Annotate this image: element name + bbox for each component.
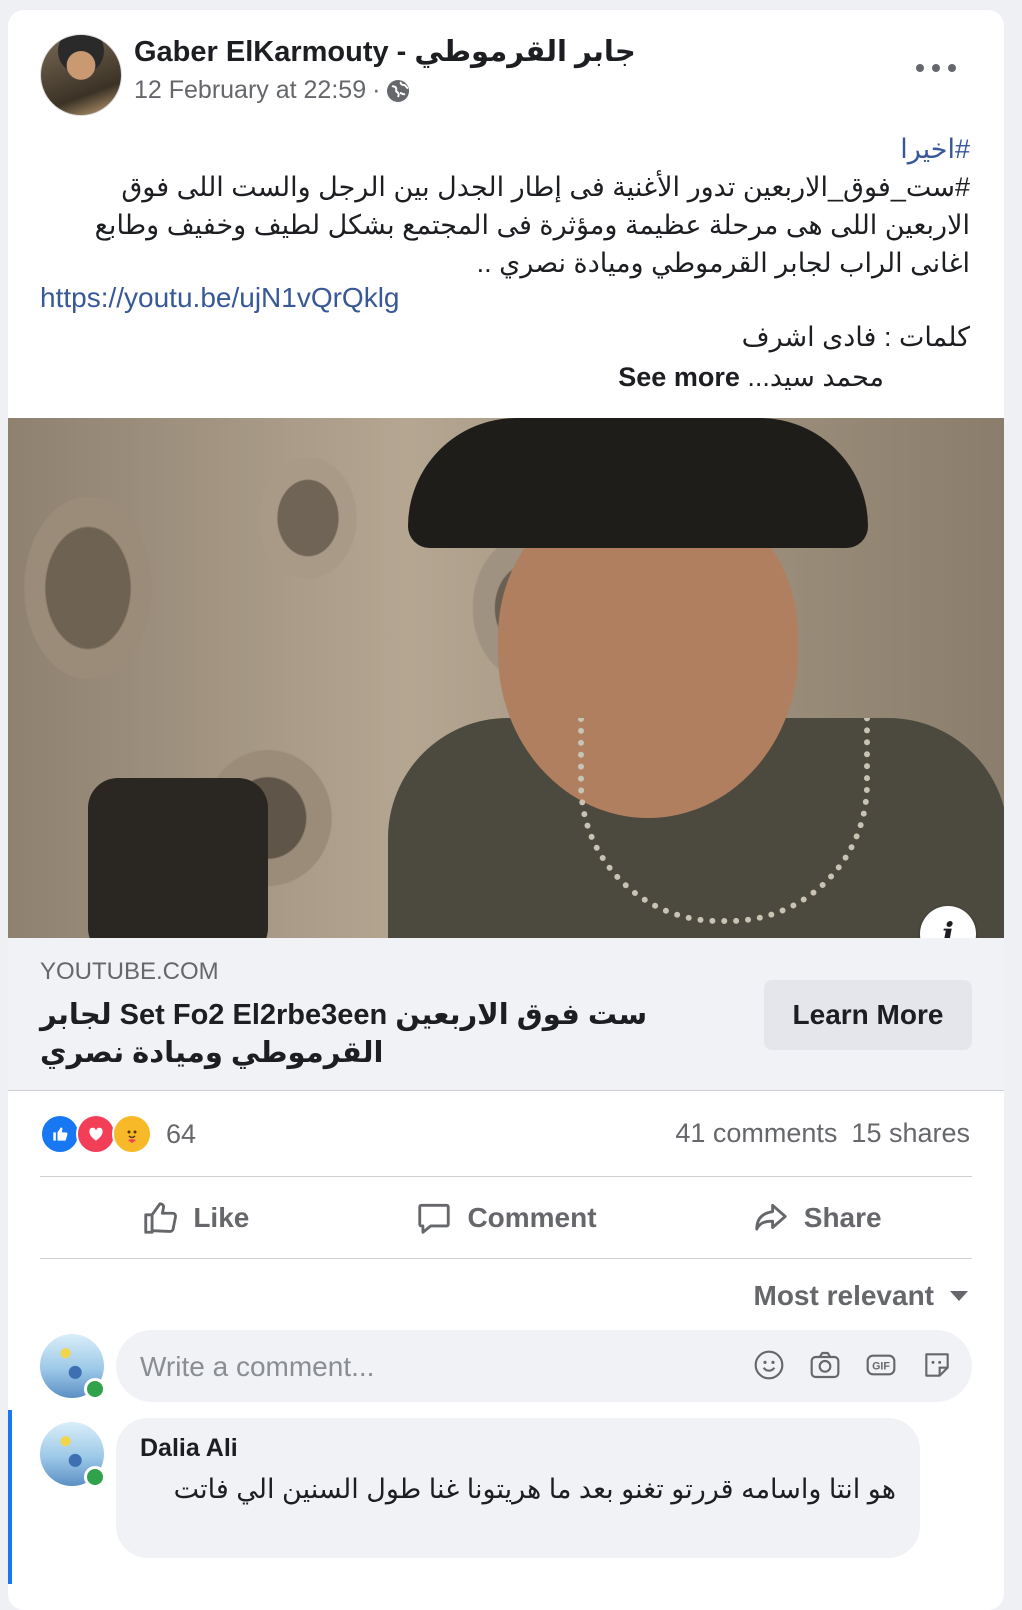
composer-tools: GIF bbox=[752, 1348, 954, 1382]
like-button[interactable]: Like bbox=[40, 1178, 351, 1258]
action-bar: Like Comment Share bbox=[40, 1178, 972, 1258]
author-name[interactable]: Gaber ElKarmouty - جابر القرموطي bbox=[134, 34, 636, 69]
care-reaction-icon bbox=[112, 1114, 152, 1154]
share-button[interactable]: Share bbox=[661, 1178, 972, 1258]
post-credit: كلمات : فادى اشرف bbox=[741, 322, 970, 352]
commenter-name[interactable]: Dalia Ali bbox=[140, 1434, 238, 1463]
post-credit-continued: محمد سيد... See more bbox=[618, 358, 884, 396]
more-options-icon[interactable] bbox=[916, 58, 956, 78]
camera-icon[interactable] bbox=[808, 1348, 842, 1382]
comment-label: Comment bbox=[467, 1202, 597, 1233]
post-body-line: اغانى الراب لجابر القرموطي وميادة نصري .… bbox=[476, 248, 970, 278]
thumbs-up-icon bbox=[144, 1202, 178, 1234]
comment-composer: GIF bbox=[116, 1330, 972, 1404]
youtube-link[interactable]: https://youtu.be/ujN1vQrQklg bbox=[40, 282, 400, 314]
see-more-link[interactable]: See more bbox=[618, 362, 740, 392]
post-body-line: الاربعين اللى هى مرحلة عظيمة ومؤثرة فى ا… bbox=[94, 210, 970, 240]
divider bbox=[40, 1258, 972, 1259]
learn-more-button[interactable]: Learn More bbox=[764, 980, 972, 1050]
sticker-icon[interactable] bbox=[920, 1348, 954, 1382]
reaction-summary[interactable]: 64 bbox=[40, 1114, 196, 1154]
like-label: Like bbox=[193, 1202, 250, 1233]
comment-input[interactable] bbox=[138, 1330, 722, 1404]
engagement-counts: 41 comments 15 shares bbox=[675, 1118, 970, 1149]
post-body: #اخيرا #ست_فوق_الاربعين تدور الأغنية فى … bbox=[30, 130, 970, 282]
post-credit-2: محمد سيد... bbox=[747, 362, 884, 392]
preview-title[interactable]: ست فوق الاربعين Set Fo2 El2rbe3een لجابر… bbox=[40, 996, 740, 1072]
comment-highlight-bar bbox=[8, 1410, 12, 1584]
author-avatar[interactable] bbox=[40, 34, 122, 116]
microphone-shape bbox=[88, 778, 268, 938]
globe-icon bbox=[386, 79, 410, 103]
share-label: Share bbox=[803, 1202, 882, 1233]
post-body-line: #ست_فوق_الاربعين تدور الأغنية فى إطار ال… bbox=[121, 172, 970, 202]
hashtag-link[interactable]: #اخيرا bbox=[30, 130, 970, 168]
comment-text: هو انتا واسامه قررتو تغنو بعد ما هريتونا… bbox=[173, 1474, 896, 1504]
chevron-down-icon bbox=[950, 1291, 968, 1301]
reaction-count: 64 bbox=[166, 1118, 197, 1149]
meta-separator: · bbox=[372, 76, 381, 104]
preview-domain: YOUTUBE.COM bbox=[40, 958, 219, 985]
post-timestamp[interactable]: 12 February at 22:59 bbox=[134, 76, 366, 105]
like-reaction-icon bbox=[40, 1114, 80, 1154]
shares-count[interactable]: 15 shares bbox=[851, 1118, 970, 1149]
comment-bubble-icon bbox=[418, 1203, 451, 1234]
post-card: Gaber ElKarmouty - جابر القرموطي 12 Febr… bbox=[8, 10, 1004, 1610]
person-cap bbox=[408, 418, 868, 548]
comments-count[interactable]: 41 comments bbox=[675, 1118, 837, 1149]
comment-sort-dropdown[interactable]: Most relevant bbox=[753, 1280, 968, 1312]
online-status-dot bbox=[84, 1466, 106, 1488]
comment-bubble: Dalia Ali هو انتا واسامه قررتو تغنو بعد … bbox=[116, 1418, 920, 1558]
love-reaction-icon bbox=[76, 1114, 116, 1154]
link-preview[interactable]: YOUTUBE.COM ست فوق الاربعين Set Fo2 El2r… bbox=[8, 938, 1004, 1091]
divider bbox=[40, 1176, 972, 1177]
comment-button[interactable]: Comment bbox=[351, 1178, 662, 1258]
online-status-dot bbox=[84, 1378, 106, 1400]
emoji-icon[interactable] bbox=[752, 1348, 786, 1382]
sort-label: Most relevant bbox=[753, 1280, 935, 1311]
gif-icon[interactable]: GIF bbox=[864, 1348, 898, 1382]
video-thumbnail[interactable] bbox=[8, 418, 1004, 938]
svg-text:GIF: GIF bbox=[872, 1361, 890, 1373]
share-arrow-icon bbox=[755, 1203, 787, 1231]
post-meta: 12 February at 22:59 · bbox=[134, 76, 410, 105]
